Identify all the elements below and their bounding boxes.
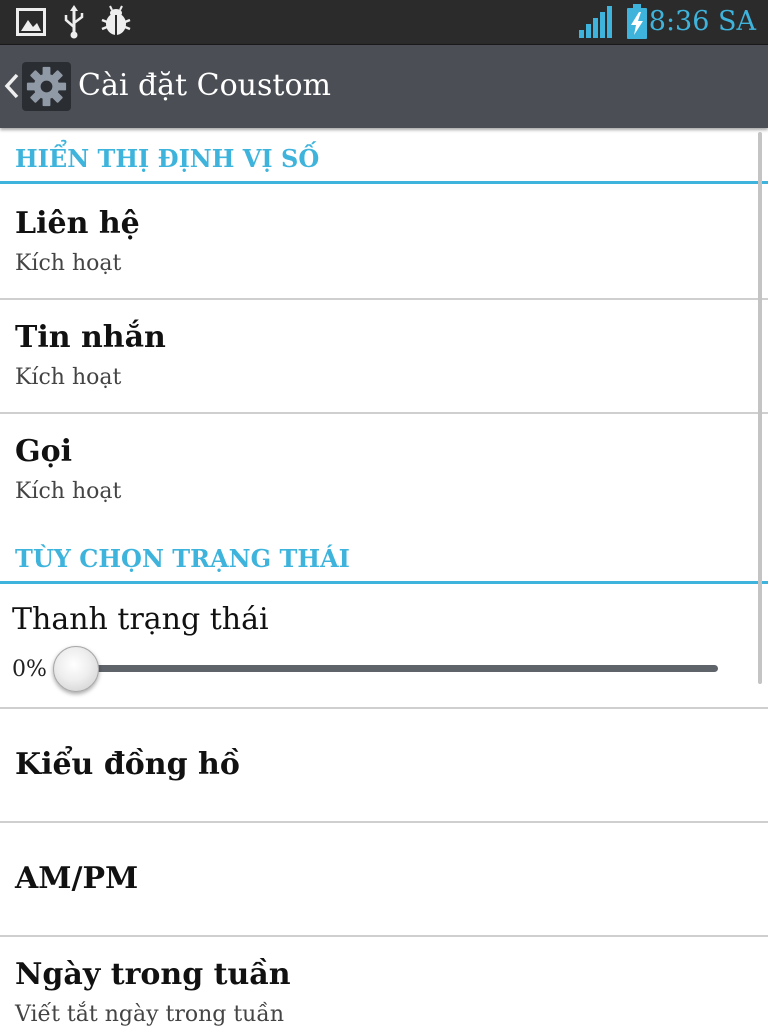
section-header-label: TÙY CHỌN TRẠNG THÁI [15, 544, 350, 573]
image-icon [16, 8, 46, 36]
scrollbar[interactable] [758, 132, 762, 684]
list-item-ampm[interactable]: AM/PM [0, 823, 768, 937]
list-item-weekday[interactable]: Ngày trong tuần Viết tắt ngày trong tuần [0, 937, 768, 1027]
battery-charging-icon [627, 4, 647, 39]
list-item-calls[interactable]: Gọi Kích hoạt [0, 414, 768, 532]
list-item-status-bar-slider: Thanh trạng thái 0% [0, 584, 768, 709]
action-bar: Cài đặt Coustom [0, 45, 768, 128]
section-header-label: HIỂN THỊ ĐỊNH VỊ SỐ [15, 144, 320, 173]
status-bar: 8:36 SA [0, 0, 768, 45]
slider-thumb[interactable] [53, 646, 99, 692]
list-item-contacts[interactable]: Liên hệ Kích hoạt [0, 184, 768, 300]
item-title: Gọi [15, 434, 73, 469]
list-item-clock-style[interactable]: Kiểu đồng hồ [0, 709, 768, 823]
item-summary: Kích hoạt [15, 251, 122, 276]
page-title: Cài đặt Coustom [78, 68, 331, 103]
item-summary: Kích hoạt [15, 365, 122, 390]
item-title: Liên hệ [15, 206, 140, 241]
item-summary: Kích hoạt [15, 479, 122, 504]
slider-title: Thanh trạng thái [12, 602, 269, 637]
section-header-status: TÙY CHỌN TRẠNG THÁI [0, 532, 768, 584]
section-header-display: HIỂN THỊ ĐỊNH VỊ SỐ [0, 132, 768, 184]
usb-icon [64, 5, 84, 39]
back-chevron-icon[interactable] [4, 72, 20, 100]
settings-gear-icon[interactable] [22, 62, 71, 111]
status-time: 8:36 SA [648, 6, 756, 37]
slider-value-label: 0% [12, 657, 47, 682]
item-title: Tin nhắn [15, 320, 166, 355]
list-item-messages[interactable]: Tin nhắn Kích hoạt [0, 300, 768, 414]
debug-icon [101, 5, 131, 35]
signal-icon [579, 6, 612, 38]
item-title: AM/PM [15, 861, 139, 896]
item-title: Kiểu đồng hồ [15, 747, 240, 782]
item-title: Ngày trong tuần [15, 957, 291, 992]
slider-track[interactable] [72, 665, 718, 672]
item-summary: Viết tắt ngày trong tuần [15, 1002, 284, 1027]
